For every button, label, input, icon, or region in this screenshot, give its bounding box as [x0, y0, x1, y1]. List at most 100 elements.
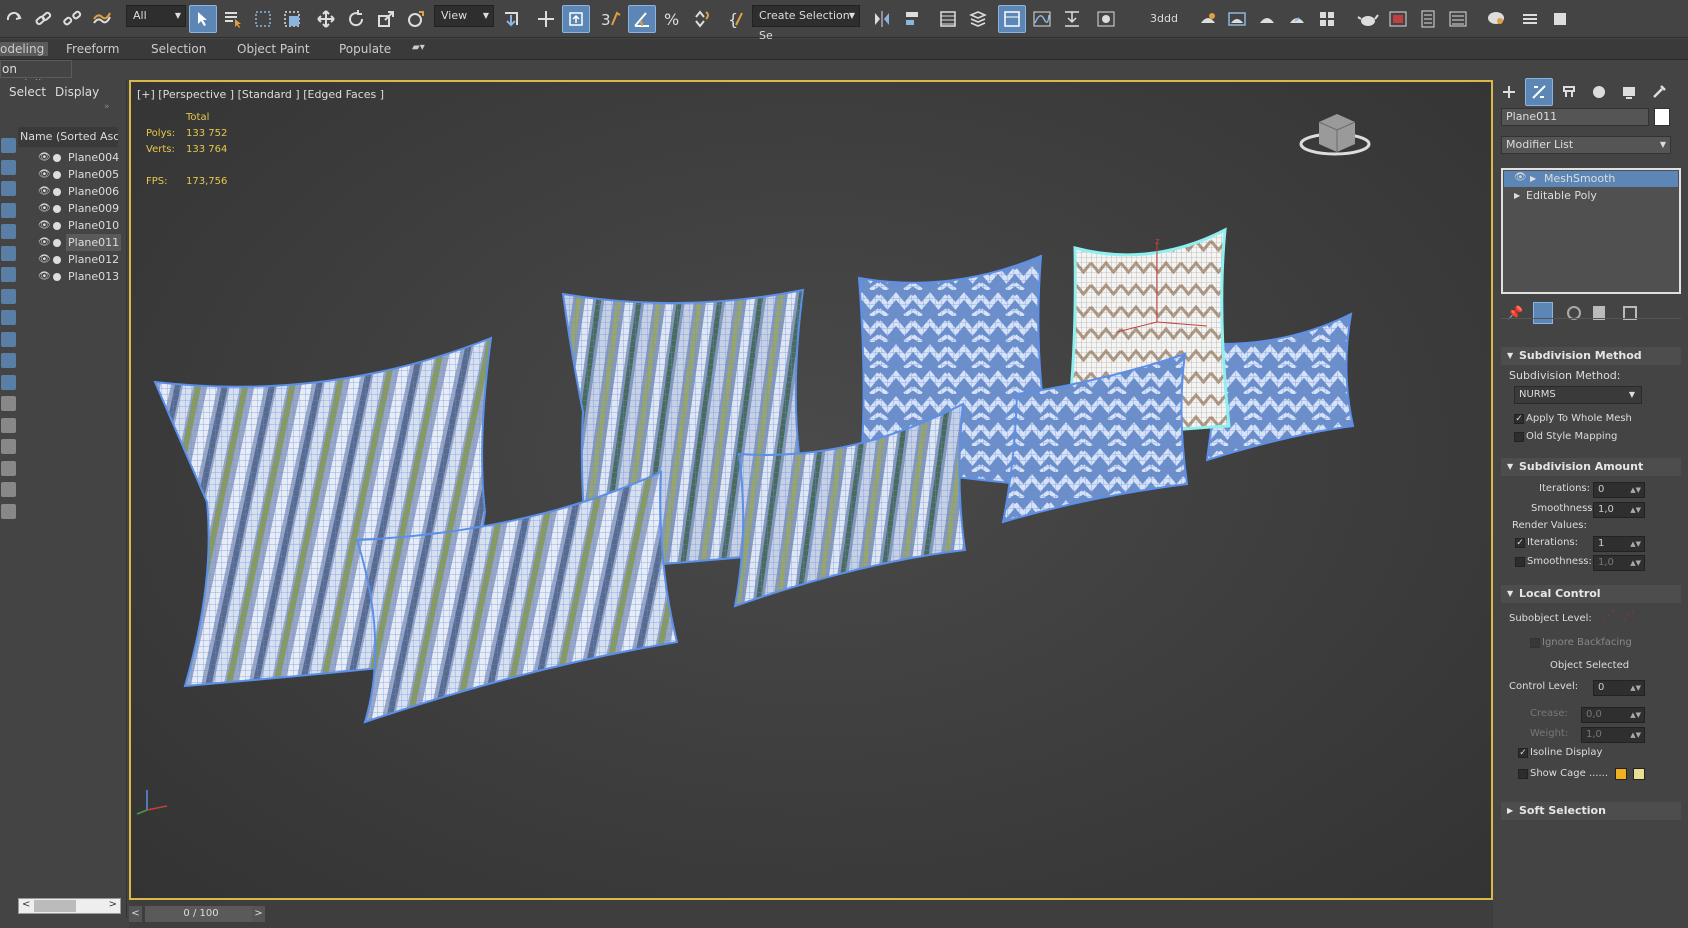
weight-spinner[interactable]: 1,0 ▲▼: [1581, 727, 1645, 743]
filter-cameras-icon[interactable]: [1, 202, 16, 218]
render-iterations-spinner[interactable]: 1 ▲▼: [1593, 536, 1645, 552]
render-in-cloud-icon[interactable]: [1313, 5, 1341, 33]
rollout-local-control[interactable]: ▼ Local Control: [1501, 585, 1681, 603]
tab-populate[interactable]: Populate: [339, 42, 391, 56]
tab-modeling[interactable]: odeling: [0, 42, 49, 56]
crease-spinner[interactable]: 0,0 ▲▼: [1581, 707, 1645, 723]
teapot-render-icon[interactable]: [1354, 5, 1382, 33]
schematic-view-icon[interactable]: [1058, 5, 1086, 33]
scene-item[interactable]: 👁 Plane005: [38, 166, 126, 183]
select-object-button[interactable]: [189, 5, 217, 33]
render-dot-icon[interactable]: [53, 273, 61, 281]
filter-filter-icon[interactable]: [1, 417, 16, 433]
expand-triangle-icon[interactable]: ▶: [1530, 171, 1536, 187]
spinner-arrows-icon[interactable]: ▲▼: [1630, 537, 1641, 551]
render-dot-icon[interactable]: [53, 154, 61, 162]
bind-space-warp-icon[interactable]: [88, 5, 116, 33]
perspective-viewport[interactable]: [+] [Perspective ] [Standard ] [Edged Fa…: [129, 80, 1493, 900]
rotate-icon[interactable]: [342, 5, 370, 33]
scene-horizontal-scrollbar[interactable]: < >: [18, 898, 121, 914]
scroll-left-icon[interactable]: <: [22, 899, 30, 910]
cage-color-swatch-1[interactable]: [1615, 768, 1627, 780]
scene-item[interactable]: 👁 Plane009: [38, 200, 126, 217]
scene-item[interactable]: 👁 Plane010: [38, 217, 126, 234]
smoothness-spinner[interactable]: 1,0 ▲▼: [1593, 502, 1645, 518]
spinner-arrows-icon[interactable]: ▲▼: [1630, 483, 1641, 497]
object-name-field[interactable]: Plane011: [1501, 108, 1649, 126]
scene-item[interactable]: 👁 Plane012: [38, 251, 126, 268]
extra-icon[interactable]: [1546, 5, 1574, 33]
rollout-soft-selection[interactable]: ▶ Soft Selection: [1501, 802, 1681, 820]
render-iterations-checkbox[interactable]: ✓: [1515, 538, 1525, 548]
control-level-spinner[interactable]: 0 ▲▼: [1593, 680, 1645, 696]
display-tab-icon[interactable]: [1615, 78, 1643, 106]
expand-triangle-icon[interactable]: ▶: [1514, 188, 1520, 204]
unlink-icon[interactable]: [58, 5, 86, 33]
tab-selection[interactable]: Selection: [151, 42, 206, 56]
eye-icon[interactable]: 👁: [38, 183, 51, 200]
mirror-icon[interactable]: [868, 5, 896, 33]
filter-sort-icon[interactable]: [1, 439, 16, 454]
placement-icon[interactable]: [402, 5, 430, 33]
scale-icon[interactable]: [372, 5, 400, 33]
render-setup-icon[interactable]: [1194, 5, 1222, 33]
isoline-display-checkbox[interactable]: ✓: [1518, 748, 1528, 758]
filter-lights-icon[interactable]: [1, 181, 16, 196]
render-dot-icon[interactable]: [53, 222, 61, 230]
hierarchy-tab-icon[interactable]: [1555, 78, 1583, 106]
eye-icon[interactable]: 👁: [38, 200, 51, 217]
subdivision-method-dropdown[interactable]: NURMS ▼: [1514, 386, 1642, 404]
render-smoothness-checkbox[interactable]: [1515, 557, 1525, 567]
filter-xrefs-icon[interactable]: [1, 288, 16, 304]
scene-render[interactable]: z: [131, 82, 1491, 898]
percent-snap-icon[interactable]: %: [658, 5, 686, 33]
snaps-toggle-icon[interactable]: 3: [597, 5, 625, 33]
render-smoothness-spinner[interactable]: 1,0 ▲▼: [1593, 555, 1645, 571]
eye-icon[interactable]: 👁: [38, 217, 51, 234]
filter-layers-icon[interactable]: [1, 396, 16, 411]
scene-item[interactable]: 👁 Plane006: [38, 183, 126, 200]
filter-shapes-icon[interactable]: [1, 159, 16, 175]
create-tab-icon[interactable]: [1495, 78, 1523, 106]
rectangular-selection-icon[interactable]: [249, 5, 277, 33]
tab-object-paint[interactable]: Object Paint: [237, 42, 310, 56]
stack-item-meshsmooth[interactable]: 👁 ▶ MeshSmooth: [1504, 171, 1678, 187]
object-color-swatch[interactable]: [1654, 108, 1670, 126]
render-dot-icon[interactable]: [53, 205, 61, 213]
scene-item[interactable]: 👁 Plane004: [38, 149, 126, 166]
rollout-subdivision-method[interactable]: ▼ Subdivision Method: [1501, 347, 1681, 365]
vertex-level-icon[interactable]: ⋰: [1603, 608, 1615, 622]
scroll-right-icon[interactable]: >: [109, 899, 117, 910]
apply-to-whole-mesh-checkbox[interactable]: ✓: [1514, 414, 1524, 424]
render-dot-icon[interactable]: [53, 256, 61, 264]
spinner-arrows-icon[interactable]: ▲▼: [1630, 681, 1641, 695]
ignore-backfacing-checkbox[interactable]: [1530, 638, 1540, 648]
edit-named-selection-icon[interactable]: {: [722, 5, 750, 33]
align-icon[interactable]: [898, 5, 926, 33]
name-column-header[interactable]: Name (Sorted Ascen: [18, 127, 118, 147]
render-frame-icon[interactable]: [1384, 5, 1412, 33]
expand-arrows-icon[interactable]: »: [104, 102, 110, 112]
iterations-spinner[interactable]: 0 ▲▼: [1593, 482, 1645, 498]
filter-helpers-icon[interactable]: [1, 224, 16, 239]
scene-menu-select[interactable]: Select: [9, 85, 46, 99]
utilities-tab-icon[interactable]: [1645, 78, 1673, 106]
layer-explorer-icon[interactable]: [964, 5, 992, 33]
tab-freeform[interactable]: Freeform: [66, 42, 119, 56]
angle-snap-icon[interactable]: [628, 5, 656, 33]
keyboard-shortcut-override-icon[interactable]: [562, 5, 590, 33]
material-editor-icon[interactable]: [1092, 5, 1120, 33]
selection-filter-dropdown[interactable]: All ▼: [126, 5, 186, 27]
filter-groups-icon[interactable]: [1, 267, 16, 282]
eye-icon[interactable]: 👁: [38, 166, 51, 183]
eye-icon[interactable]: 👁: [38, 251, 51, 268]
edge-level-icon[interactable]: ⋰: [1623, 608, 1635, 622]
list-panel-icon[interactable]: [1444, 5, 1472, 33]
motion-tab-icon[interactable]: [1585, 78, 1613, 106]
filter-find-icon[interactable]: [1, 503, 16, 519]
spinner-snap-icon[interactable]: [688, 5, 716, 33]
reference-coordinate-dropdown[interactable]: View ▼: [434, 5, 494, 27]
redo-icon[interactable]: [0, 5, 28, 33]
filter-bones-icon[interactable]: [1, 310, 16, 325]
show-end-result-icon[interactable]: [1533, 302, 1553, 324]
